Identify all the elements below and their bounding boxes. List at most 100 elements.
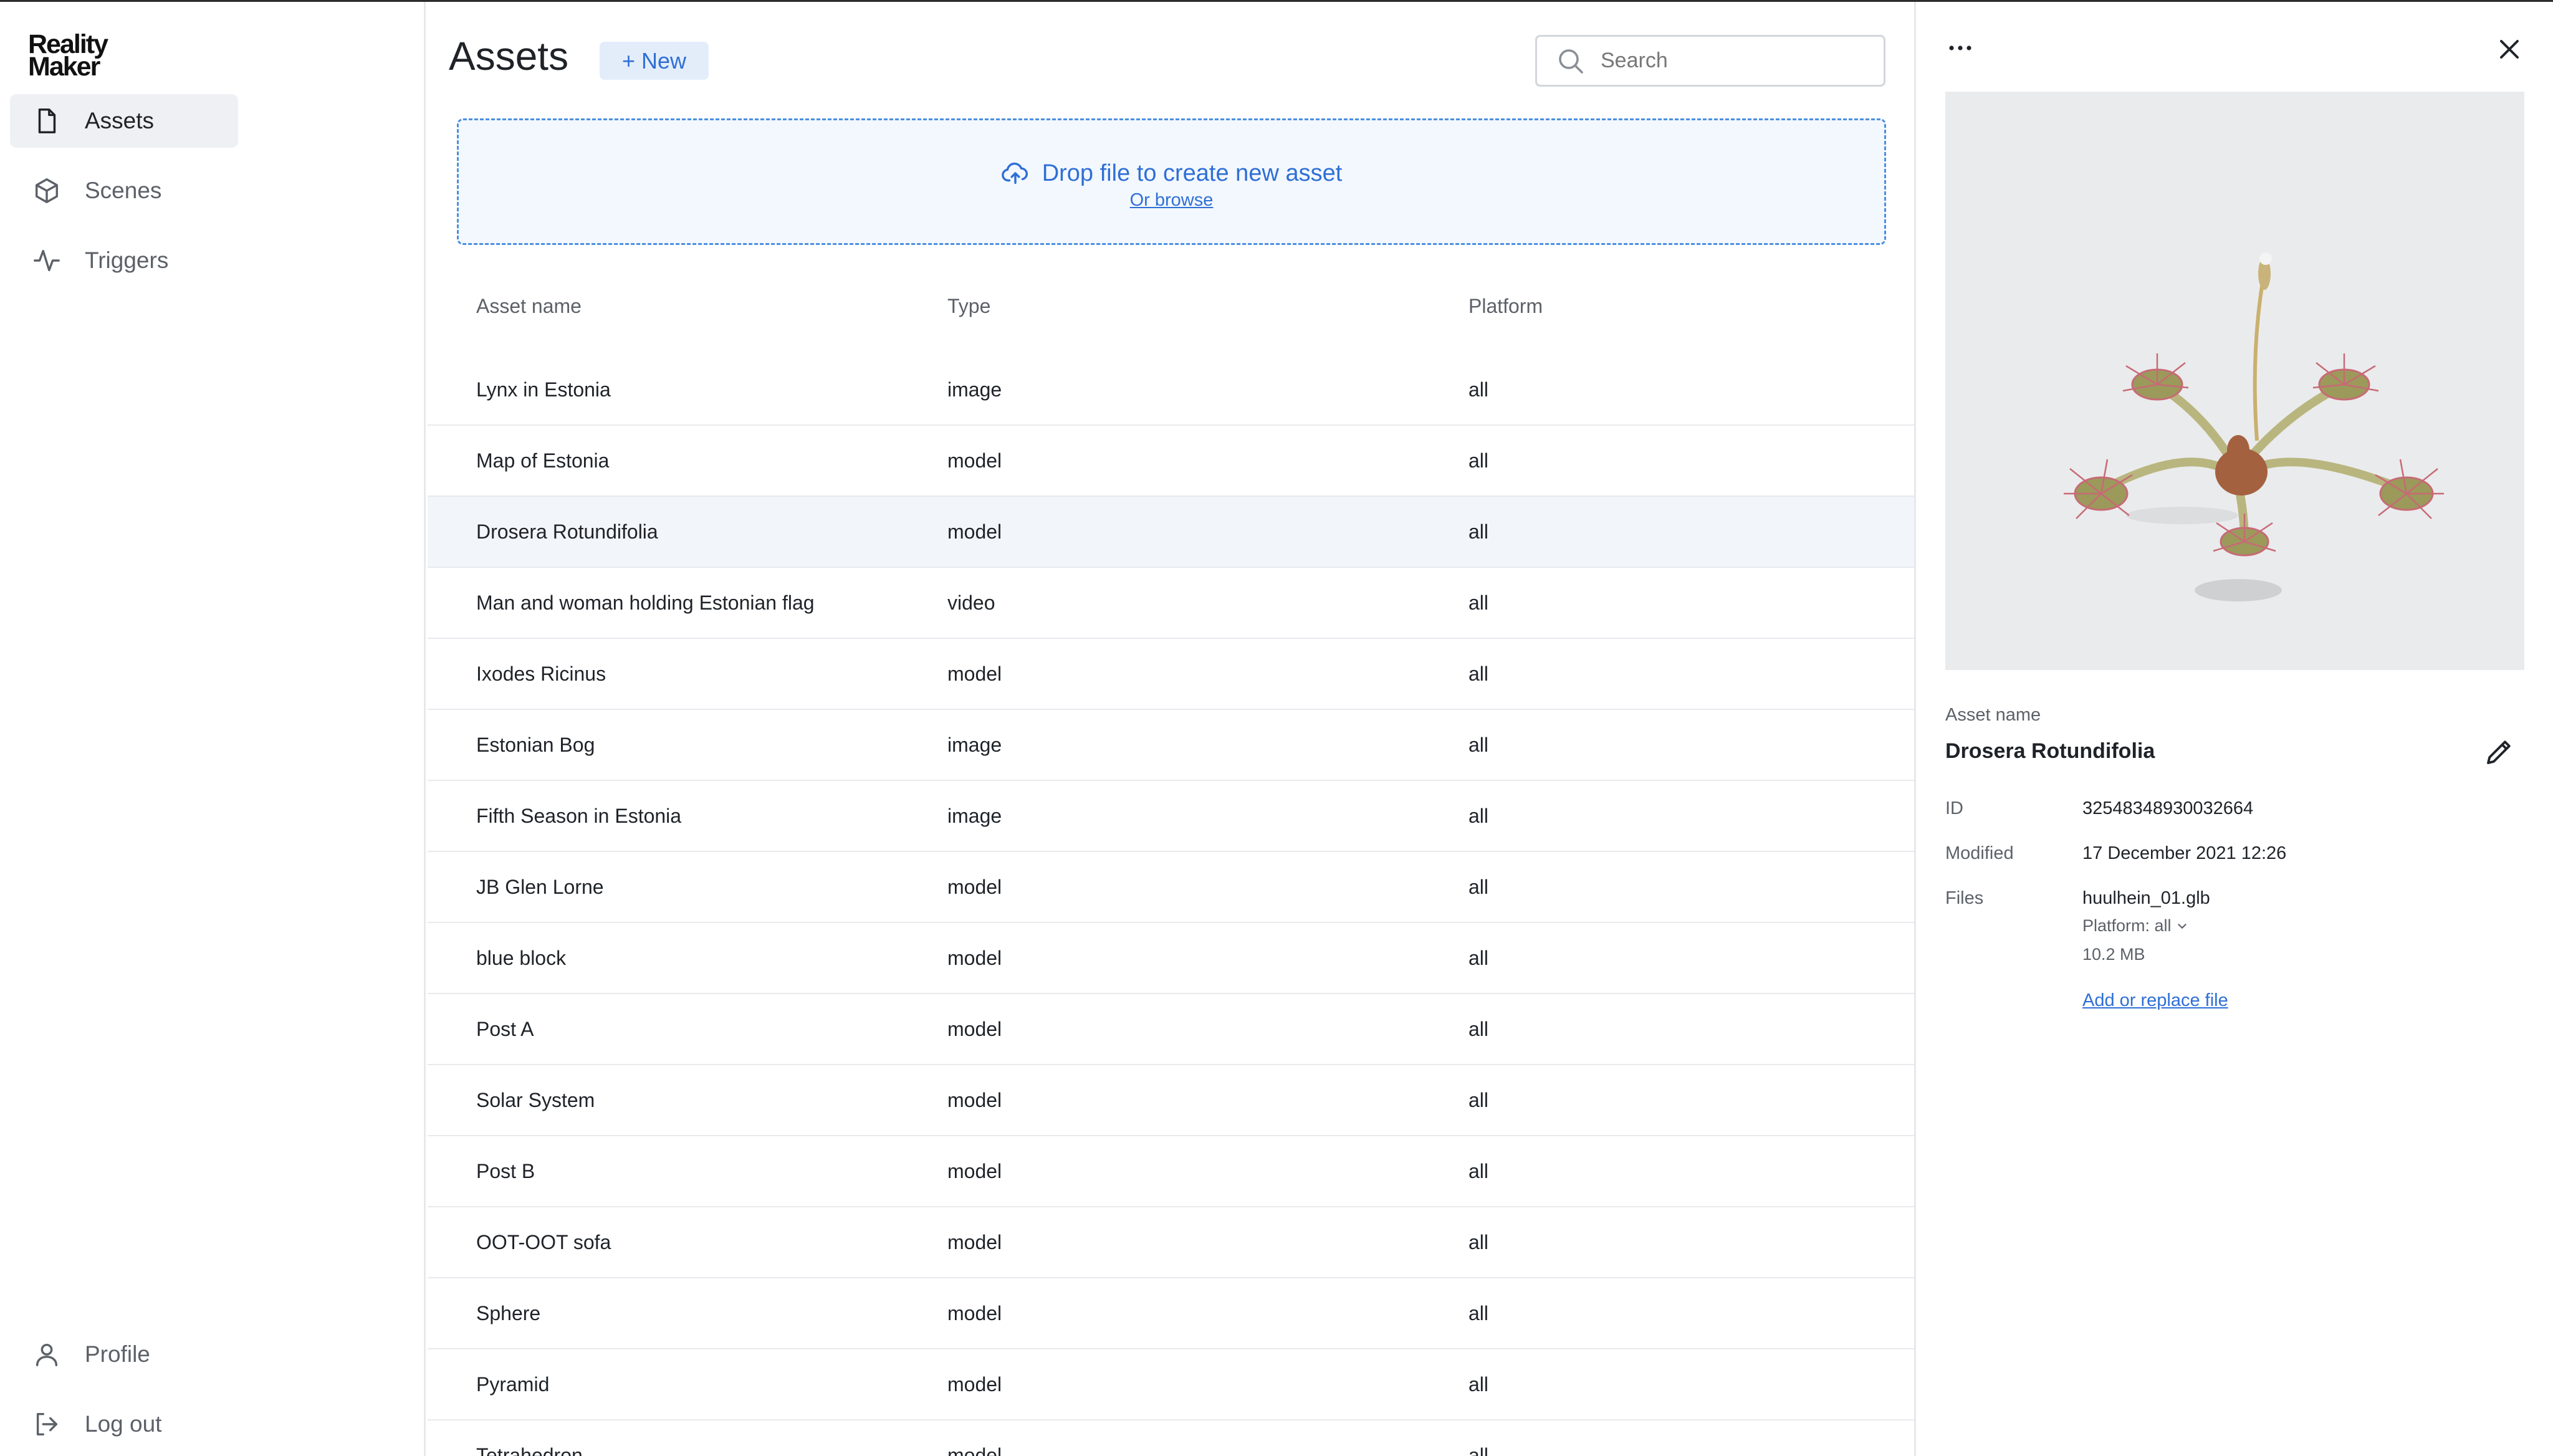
table-row[interactable]: Tetrahedron model all	[428, 1420, 1914, 1456]
column-header-name[interactable]: Asset name	[476, 295, 582, 318]
asset-platform-cell: all	[1468, 805, 1489, 827]
asset-platform-cell: all	[1468, 378, 1489, 401]
asset-type-cell: model	[947, 1160, 1002, 1182]
asset-name-cell: Estonian Bog	[476, 734, 595, 756]
asset-type-cell: image	[947, 805, 1002, 827]
asset-type-cell: model	[947, 520, 1002, 543]
search-box[interactable]	[1535, 35, 1885, 87]
files-label: Files	[1945, 888, 1984, 908]
asset-type-cell: model	[947, 663, 1002, 685]
close-icon[interactable]	[2493, 33, 2526, 65]
table-row[interactable]: Solar System model all	[428, 1065, 1914, 1136]
table-row[interactable]: Man and woman holding Estonian flag video…	[428, 568, 1914, 639]
cube-icon	[35, 178, 59, 203]
file-icon	[38, 108, 56, 133]
asset-name-cell: Ixodes Ricinus	[476, 663, 606, 685]
asset-detail-panel: Asset name Drosera Rotundifolia ID 32548…	[1914, 2, 2553, 1456]
search-icon	[1559, 49, 1583, 74]
sidebar-item-label: Profile	[85, 1341, 150, 1367]
new-asset-button[interactable]: + New	[600, 42, 709, 80]
logout-icon	[36, 1412, 58, 1436]
table-row[interactable]: Ixodes Ricinus model all	[428, 639, 1914, 710]
asset-platform-cell: all	[1468, 1444, 1489, 1456]
sidebar-item-triggers[interactable]: Triggers	[10, 234, 238, 287]
table-row[interactable]: Post A model all	[428, 994, 1914, 1065]
asset-platform-cell: all	[1468, 947, 1489, 969]
browse-link[interactable]: Or browse	[459, 190, 1884, 211]
asset-platform-cell: all	[1468, 1373, 1489, 1396]
asset-type-cell: video	[947, 592, 995, 614]
platform-dropdown-label: Platform: all	[2082, 916, 2172, 935]
table-row[interactable]: Pyramid model all	[428, 1349, 1914, 1420]
add-replace-file-link[interactable]: Add or replace file	[2082, 990, 2228, 1011]
asset-name-cell: OOT-OOT sofa	[476, 1231, 611, 1253]
sidebar-item-logout[interactable]: Log out	[10, 1399, 238, 1449]
sidebar-item-label: Log out	[85, 1411, 162, 1437]
asset-platform-cell: all	[1468, 663, 1489, 685]
dropzone-message: Drop file to create new asset	[459, 159, 1884, 188]
table-row[interactable]: Post B model all	[428, 1136, 1914, 1207]
table-row[interactable]: Drosera Rotundifolia model all	[428, 497, 1914, 568]
file-name: huulhein_01.glb	[2082, 888, 2210, 908]
asset-name-cell: Fifth Season in Estonia	[476, 805, 682, 827]
asset-type-cell: model	[947, 1089, 1002, 1111]
asset-platform-cell: all	[1468, 1089, 1489, 1111]
sidebar-item-scenes[interactable]: Scenes	[10, 164, 238, 218]
modified-value: 17 December 2021 12:26	[2082, 843, 2287, 863]
asset-preview	[1945, 92, 2524, 670]
asset-name-cell: Post A	[476, 1018, 534, 1040]
platform-dropdown[interactable]: Platform: all	[2082, 916, 2189, 936]
sidebar-item-label: Scenes	[85, 178, 162, 203]
asset-name-cell: Map of Estonia	[476, 449, 610, 472]
table-row[interactable]: Lynx in Estonia image all	[428, 355, 1914, 426]
asset-type-cell: image	[947, 378, 1002, 401]
table-row[interactable]: Sphere model all	[428, 1278, 1914, 1349]
asset-type-cell: image	[947, 734, 1002, 756]
pencil-icon[interactable]	[2483, 735, 2516, 769]
asset-name-cell: blue block	[476, 947, 567, 969]
asset-table-body: Lynx in Estonia image all Map of Estonia mod…	[428, 355, 1914, 1456]
asset-name-cell: Tetrahedron	[476, 1444, 583, 1456]
asset-name-cell: JB Glen Lorne	[476, 876, 604, 898]
asset-type-cell: model	[947, 1302, 1002, 1324]
cloud-upload-icon	[1001, 162, 1028, 184]
asset-name-cell: Lynx in Estonia	[476, 378, 611, 401]
asset-platform-cell: all	[1468, 449, 1489, 472]
table-row[interactable]: Fifth Season in Estonia image all	[428, 781, 1914, 852]
page-title: Assets	[449, 34, 569, 79]
more-options-icon[interactable]	[1945, 33, 1975, 63]
sidebar-item-assets[interactable]: Assets	[10, 94, 238, 148]
sidebar-item-profile[interactable]: Profile	[10, 1329, 238, 1379]
activity-icon	[34, 249, 60, 272]
asset-name-label: Asset name	[1945, 705, 2041, 725]
asset-type-cell: model	[947, 1018, 1002, 1040]
table-row[interactable]: OOT-OOT sofa model all	[428, 1207, 1914, 1278]
main-content: Assets + New Drop file to create new ass…	[428, 2, 1914, 1456]
asset-name-cell: Sphere	[476, 1302, 541, 1324]
file-size: 10.2 MB	[2082, 945, 2145, 964]
column-header-type[interactable]: Type	[947, 295, 990, 318]
table-row[interactable]: JB Glen Lorne model all	[428, 852, 1914, 923]
plant-model-image	[2064, 252, 2444, 601]
sidebar: Reality Maker Assets Scenes Triggers Pro…	[0, 2, 426, 1456]
asset-platform-cell: all	[1468, 1302, 1489, 1324]
asset-platform-cell: all	[1468, 520, 1489, 543]
dropzone-text: Drop file to create new asset	[1042, 160, 1343, 186]
id-value: 32548348930032664	[2082, 798, 2254, 818]
asset-name-cell: Solar System	[476, 1089, 595, 1111]
asset-platform-cell: all	[1468, 876, 1489, 898]
asset-type-cell: model	[947, 1444, 1002, 1456]
column-header-platform[interactable]: Platform	[1468, 295, 1543, 318]
asset-platform-cell: all	[1468, 734, 1489, 756]
modified-label: Modified	[1945, 843, 2014, 863]
file-dropzone[interactable]: Drop file to create new asset Or browse	[457, 118, 1886, 245]
table-row[interactable]: Estonian Bog image all	[428, 710, 1914, 781]
asset-type-cell: model	[947, 449, 1002, 472]
search-input[interactable]	[1601, 49, 1862, 73]
app-logo: Reality Maker	[28, 31, 108, 80]
table-row[interactable]: blue block model all	[428, 923, 1914, 994]
asset-name-cell: Post B	[476, 1160, 535, 1182]
asset-name-cell: Pyramid	[476, 1373, 550, 1396]
table-row[interactable]: Map of Estonia model all	[428, 426, 1914, 497]
asset-type-cell: model	[947, 1373, 1002, 1396]
